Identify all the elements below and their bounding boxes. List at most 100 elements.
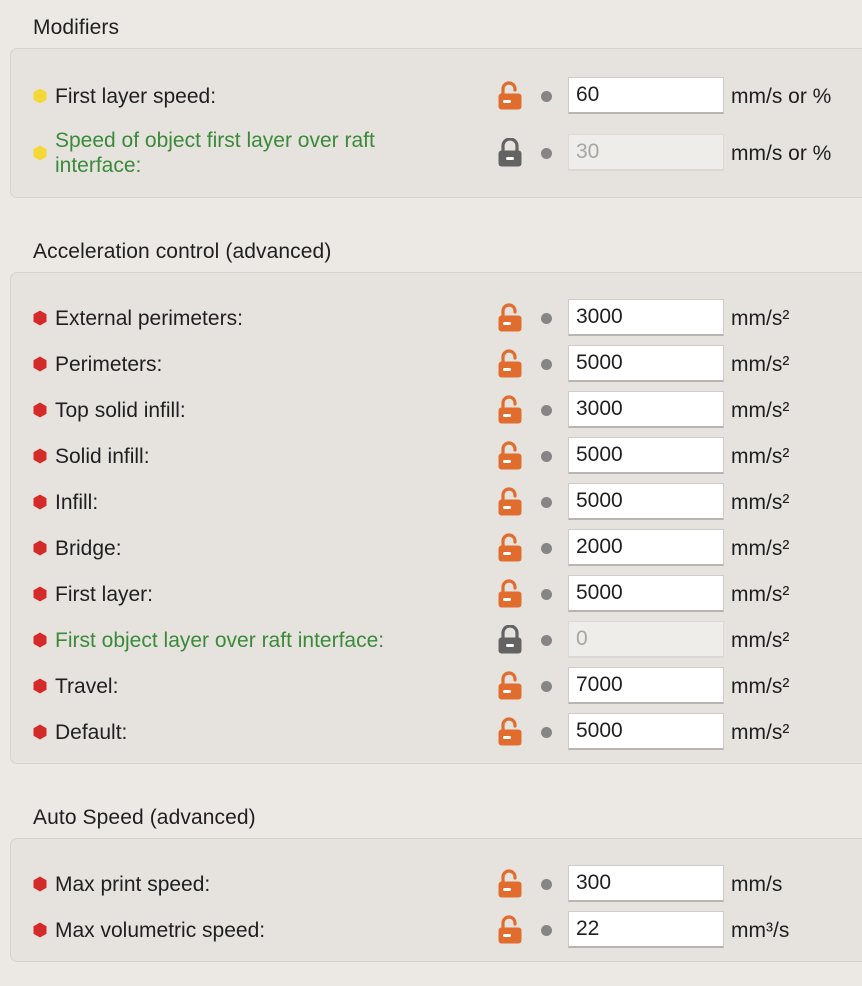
advanced-mode-bullet-icon — [32, 678, 48, 694]
setting-row-top-solid-infill: Top solid infill: mm/s² — [11, 390, 862, 430]
advanced-mode-bullet-icon — [32, 922, 48, 938]
setting-row-first-layer-speed: First layer speed: mm/s or % — [11, 76, 862, 116]
unlocked-lock-icon[interactable] — [497, 671, 523, 701]
setting-label: Travel: — [55, 675, 119, 698]
first-layer-input[interactable] — [568, 575, 724, 612]
revert-dot-icon[interactable] — [541, 925, 552, 936]
advanced-mode-bullet-icon — [32, 402, 48, 418]
unlocked-lock-icon[interactable] — [497, 533, 523, 563]
unlocked-lock-icon[interactable] — [497, 441, 523, 471]
advanced-mode-bullet-icon — [32, 310, 48, 326]
unit-label: mm/s² — [731, 307, 790, 330]
section-title-auto-speed: Auto Speed (advanced) — [33, 806, 256, 829]
advanced-mode-bullet-icon — [32, 540, 48, 556]
raft-first-layer-speed-input[interactable] — [568, 134, 724, 171]
setting-row-first-layer: First layer: mm/s² — [11, 574, 862, 614]
auto-speed-group: Max print speed: mm/s Max volumetric spe… — [10, 838, 862, 962]
unlocked-lock-icon[interactable] — [497, 869, 523, 899]
unlocked-lock-icon[interactable] — [497, 303, 523, 333]
acceleration-control-group: External perimeters: mm/s² Perimeters: m… — [10, 272, 862, 764]
setting-label: First layer speed: — [55, 85, 217, 108]
external-perimeters-input[interactable] — [568, 299, 724, 336]
top-solid-infill-input[interactable] — [568, 391, 724, 428]
revert-dot-icon[interactable] — [541, 543, 552, 554]
unit-label: mm/s² — [731, 629, 790, 652]
modifiers-group: First layer speed: mm/s or % Speed of ob… — [10, 48, 862, 198]
setting-row-max-volumetric-speed: Max volumetric speed: mm³/s — [11, 910, 862, 950]
unit-label: mm/s or % — [731, 85, 832, 108]
setting-label: Perimeters: — [55, 353, 163, 376]
setting-row-perimeters: Perimeters: mm/s² — [11, 344, 862, 384]
revert-dot-icon[interactable] — [541, 405, 552, 416]
setting-row-travel: Travel: mm/s² — [11, 666, 862, 706]
unit-label: mm/s² — [731, 675, 790, 698]
unit-label: mm/s² — [731, 583, 790, 606]
max-print-speed-input[interactable] — [568, 865, 724, 902]
setting-label-line: Speed of object first layer over raft — [55, 129, 375, 152]
setting-row-external-perimeters: External perimeters: mm/s² — [11, 298, 862, 338]
revert-dot-icon[interactable] — [541, 879, 552, 890]
simple-mode-bullet-icon — [32, 145, 48, 161]
revert-dot-icon[interactable] — [541, 727, 552, 738]
unit-label: mm/s² — [731, 445, 790, 468]
setting-row-raft-first-layer-speed: Speed of object first layer over raft in… — [11, 129, 862, 177]
revert-dot-icon[interactable] — [541, 497, 552, 508]
setting-label: Top solid infill: — [55, 399, 186, 422]
advanced-mode-bullet-icon — [32, 724, 48, 740]
advanced-mode-bullet-icon — [32, 632, 48, 648]
revert-dot-icon[interactable] — [541, 635, 552, 646]
unlocked-lock-icon[interactable] — [497, 349, 523, 379]
unlocked-lock-icon[interactable] — [497, 915, 523, 945]
travel-input[interactable] — [568, 667, 724, 704]
setting-label: External perimeters: — [55, 307, 243, 330]
revert-dot-icon[interactable] — [541, 148, 552, 159]
solid-infill-input[interactable] — [568, 437, 724, 474]
unit-label: mm/s² — [731, 721, 790, 744]
section-title-modifiers: Modifiers — [33, 16, 120, 39]
default-acceleration-input[interactable] — [568, 713, 724, 750]
unit-label: mm/s² — [731, 353, 790, 376]
advanced-mode-bullet-icon — [32, 876, 48, 892]
setting-row-infill: Infill: mm/s² — [11, 482, 862, 522]
revert-dot-icon[interactable] — [541, 91, 552, 102]
perimeters-input[interactable] — [568, 345, 724, 382]
unlocked-lock-icon[interactable] — [497, 717, 523, 747]
unlocked-lock-icon[interactable] — [497, 81, 523, 111]
advanced-mode-bullet-icon — [32, 494, 48, 510]
setting-row-first-object-layer-over-raft: First object layer over raft interface: … — [11, 620, 862, 660]
revert-dot-icon[interactable] — [541, 451, 552, 462]
setting-label: Speed of object first layer over raft in… — [55, 128, 375, 178]
advanced-mode-bullet-icon — [32, 356, 48, 372]
infill-input[interactable] — [568, 483, 724, 520]
unit-label: mm/s or % — [731, 142, 832, 165]
locked-lock-icon[interactable] — [497, 625, 523, 655]
setting-label: Max print speed: — [55, 873, 211, 896]
max-volumetric-speed-input[interactable] — [568, 911, 724, 948]
setting-label-line: interface: — [55, 154, 142, 177]
advanced-mode-bullet-icon — [32, 586, 48, 602]
revert-dot-icon[interactable] — [541, 359, 552, 370]
setting-label: Solid infill: — [55, 445, 150, 468]
bridge-input[interactable] — [568, 529, 724, 566]
setting-row-solid-infill: Solid infill: mm/s² — [11, 436, 862, 476]
setting-row-bridge: Bridge: mm/s² — [11, 528, 862, 568]
setting-row-default: Default: mm/s² — [11, 712, 862, 752]
setting-label: First object layer over raft interface: — [55, 629, 385, 652]
simple-mode-bullet-icon — [32, 88, 48, 104]
revert-dot-icon[interactable] — [541, 589, 552, 600]
locked-lock-icon[interactable] — [497, 138, 523, 168]
revert-dot-icon[interactable] — [541, 313, 552, 324]
setting-label: Bridge: — [55, 537, 122, 560]
unlocked-lock-icon[interactable] — [497, 579, 523, 609]
revert-dot-icon[interactable] — [541, 681, 552, 692]
setting-label: Infill: — [55, 491, 99, 514]
first-object-layer-over-raft-input[interactable] — [568, 621, 724, 658]
unit-label: mm³/s — [731, 919, 790, 942]
setting-row-max-print-speed: Max print speed: mm/s — [11, 864, 862, 904]
first-layer-speed-input[interactable] — [568, 77, 724, 114]
setting-label: Max volumetric speed: — [55, 919, 266, 942]
unlocked-lock-icon[interactable] — [497, 487, 523, 517]
unlocked-lock-icon[interactable] — [497, 395, 523, 425]
unit-label: mm/s² — [731, 491, 790, 514]
setting-label: Default: — [55, 721, 128, 744]
